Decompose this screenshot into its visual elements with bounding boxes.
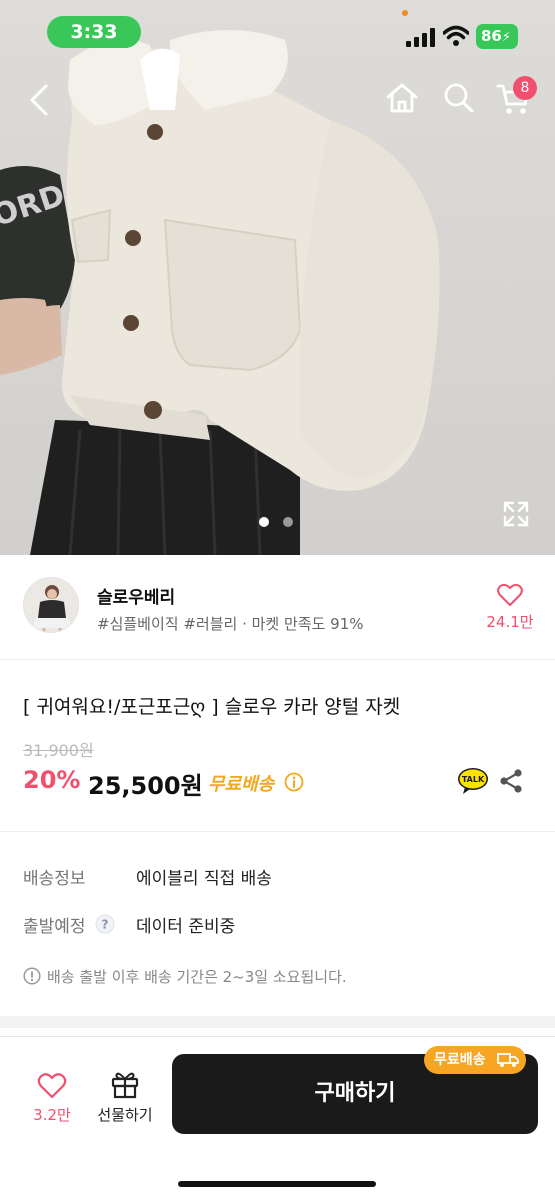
- seller-like-heart-icon[interactable]: [497, 583, 523, 607]
- battery-indicator: 86⚡: [476, 24, 518, 49]
- gallery-page-indicator: [259, 517, 299, 527]
- seller-name[interactable]: 슬로우베리: [97, 583, 175, 608]
- product-like-heart-icon[interactable]: [37, 1072, 67, 1100]
- avatar-image: [24, 578, 78, 632]
- help-question-icon[interactable]: ?: [95, 914, 115, 934]
- cart-count-badge: 8: [513, 76, 537, 100]
- free-shipping-tag-label: 무료배송: [434, 1052, 486, 1068]
- seller-avatar[interactable]: [23, 577, 79, 633]
- info-icon[interactable]: [284, 772, 304, 792]
- product-like-count: 3.2만: [33, 1106, 71, 1124]
- battery-level: 86: [481, 27, 502, 45]
- share-icon[interactable]: [499, 768, 523, 794]
- home-icon[interactable]: [384, 80, 420, 116]
- search-icon[interactable]: [442, 80, 476, 116]
- discount-rate: 20%: [23, 766, 81, 794]
- section-separator-band: [0, 1016, 555, 1028]
- back-arrow-icon[interactable]: [26, 82, 54, 118]
- seller-section[interactable]: 슬로우베리 #심플베이직 #러블리 · 마켓 만족도 91% 24.1만: [0, 555, 555, 660]
- section-divider: [0, 831, 555, 832]
- shipping-info-value: 에이블리 직접 배송: [136, 869, 272, 889]
- kakao-talk-icon[interactable]: TALK: [457, 767, 489, 795]
- delivery-truck-icon: [497, 1053, 519, 1067]
- free-shipping-label: 무료배송: [208, 774, 275, 795]
- shipping-info-label: 배송정보: [23, 869, 86, 889]
- dispatch-label: 출발예정: [23, 917, 86, 937]
- gift-button-label[interactable]: 선물하기: [90, 1104, 160, 1125]
- page-dot-2: [283, 517, 293, 527]
- product-title: [ 귀여워요!/포근포근ღ ] 슬로우 카라 양털 자켓: [23, 696, 401, 718]
- dispatch-value: 데이터 준비중: [136, 917, 236, 937]
- expand-fullscreen-icon[interactable]: [502, 500, 530, 528]
- gift-icon[interactable]: [110, 1069, 140, 1099]
- shipping-notice: 배송 출발 이후 배송 기간은 2~3일 소요됩니다.: [47, 968, 347, 986]
- home-indicator[interactable]: [178, 1181, 376, 1187]
- status-time: 3:33: [47, 16, 141, 48]
- info-notice-icon: [23, 967, 41, 985]
- sale-price: 25,500원: [88, 772, 203, 800]
- page-dot-1: [259, 517, 269, 527]
- talk-label: TALK: [462, 775, 485, 784]
- original-price: 31,900원: [23, 741, 94, 760]
- seller-tags: #심플베이직 #러블리 · 마켓 만족도 91%: [97, 615, 364, 633]
- privacy-indicator: [402, 10, 408, 16]
- product-image-gallery[interactable]: ORD 3:33 86⚡ 8: [0, 0, 555, 555]
- svg-text:?: ?: [102, 918, 109, 932]
- cellular-signal-icon: [406, 27, 436, 47]
- seller-like-count: 24.1만: [486, 613, 534, 631]
- wifi-icon: [443, 25, 469, 46]
